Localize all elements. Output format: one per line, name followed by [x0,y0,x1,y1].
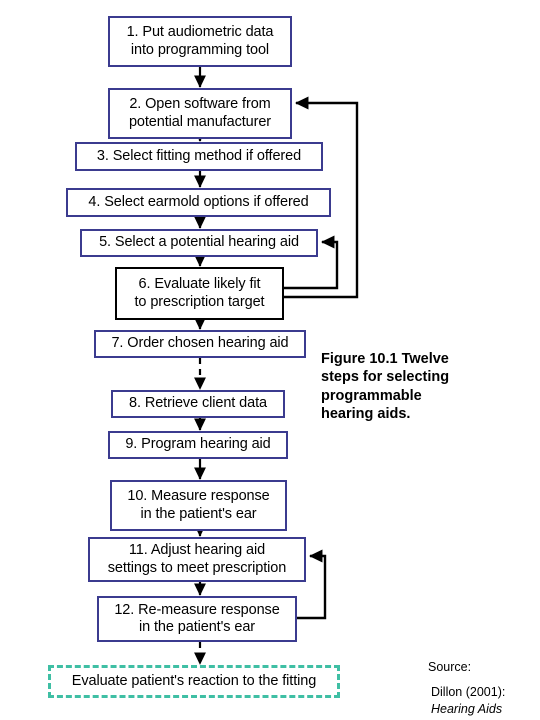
flow-node-step-8[interactable]: 8. Retrieve client data [111,390,285,418]
flow-node-step-4[interactable]: 4. Select earmold options if offered [66,188,331,217]
flow-node-step-5[interactable]: 5. Select a potential hearing aid [80,229,318,257]
source-reference: Dillon (2001): Hearing Aids [431,684,505,718]
source-reference-citation: Dillon (2001): [431,685,506,699]
flow-node-step-9[interactable]: 9. Program hearing aid [108,431,288,459]
flow-node-step-3[interactable]: 3. Select fitting method if offered [75,142,323,171]
flow-node-step-6[interactable]: 6. Evaluate likely fit to prescription t… [115,267,284,320]
flow-node-step-10[interactable]: 10. Measure response in the patient's ea… [110,480,287,531]
flow-node-step-1[interactable]: 1. Put audiometric data into programming… [108,16,292,67]
source-label: Source: [428,660,472,674]
flow-node-step-7[interactable]: 7. Order chosen hearing aid [94,330,306,358]
flow-node-step-11[interactable]: 11. Adjust hearing aid settings to meet … [88,537,306,582]
flow-node-step-12[interactable]: 12. Re-measure response in the patient's… [97,596,297,642]
figure-caption: Figure 10.1 Twelve steps for selecting p… [321,351,450,422]
figure-canvas: 1. Put audiometric data into programming… [0,0,540,720]
flow-node-outcome[interactable]: Evaluate patient's reaction to the fitti… [48,665,340,698]
flow-node-step-2[interactable]: 2. Open software from potential manufact… [108,88,292,139]
source-reference-title: Hearing Aids [431,701,503,716]
